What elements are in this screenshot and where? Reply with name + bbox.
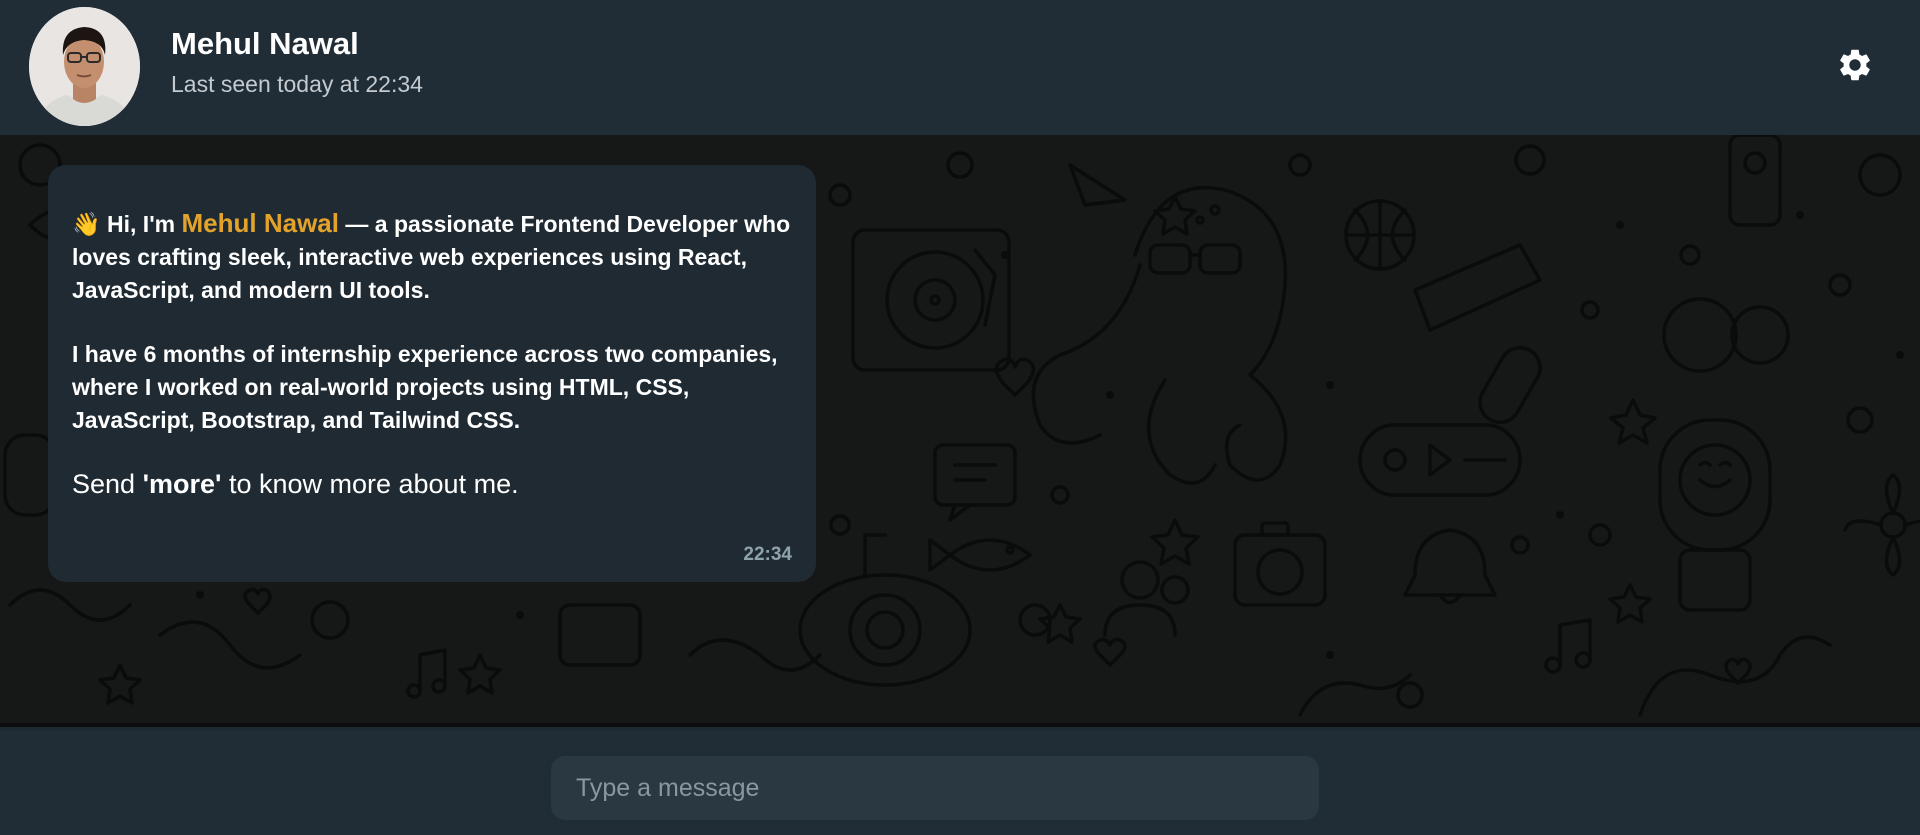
last-seen-status: Last seen today at 22:34 <box>171 71 423 97</box>
highlighted-name: Mehul Nawal <box>181 208 339 238</box>
message-timestamp: 22:34 <box>743 544 792 565</box>
chat-header: Mehul Nawal Last seen today at 22:34 <box>0 0 1920 135</box>
avatar[interactable] <box>29 7 140 126</box>
intro-prefix: Hi, I'm <box>100 211 182 237</box>
experience-paragraph: I have 6 months of internship experience… <box>72 341 778 433</box>
gear-icon[interactable] <box>1836 46 1874 84</box>
intro-paragraph: 👋 Hi, I'm Mehul Nawal — a passionate Fro… <box>72 207 792 307</box>
contact-name: Mehul Nawal <box>171 26 359 61</box>
send-more-prompt: Send 'more' to know more about me. <box>72 468 792 501</box>
profile-photo <box>29 7 140 126</box>
wave-icon: 👋 <box>72 211 101 237</box>
more-keyword: 'more' <box>142 469 222 499</box>
message-bubble: 👋 Hi, I'm Mehul Nawal — a passionate Fro… <box>48 165 816 582</box>
send-prefix: Send <box>72 469 143 499</box>
message-input[interactable] <box>551 756 1319 820</box>
composer-bar <box>0 731 1920 835</box>
send-suffix: to know more about me. <box>221 469 519 499</box>
chat-app: Mehul Nawal Last seen today at 22:34 👋 H… <box>0 0 1920 835</box>
chat-area[interactable]: 👋 Hi, I'm Mehul Nawal — a passionate Fro… <box>0 135 1920 727</box>
